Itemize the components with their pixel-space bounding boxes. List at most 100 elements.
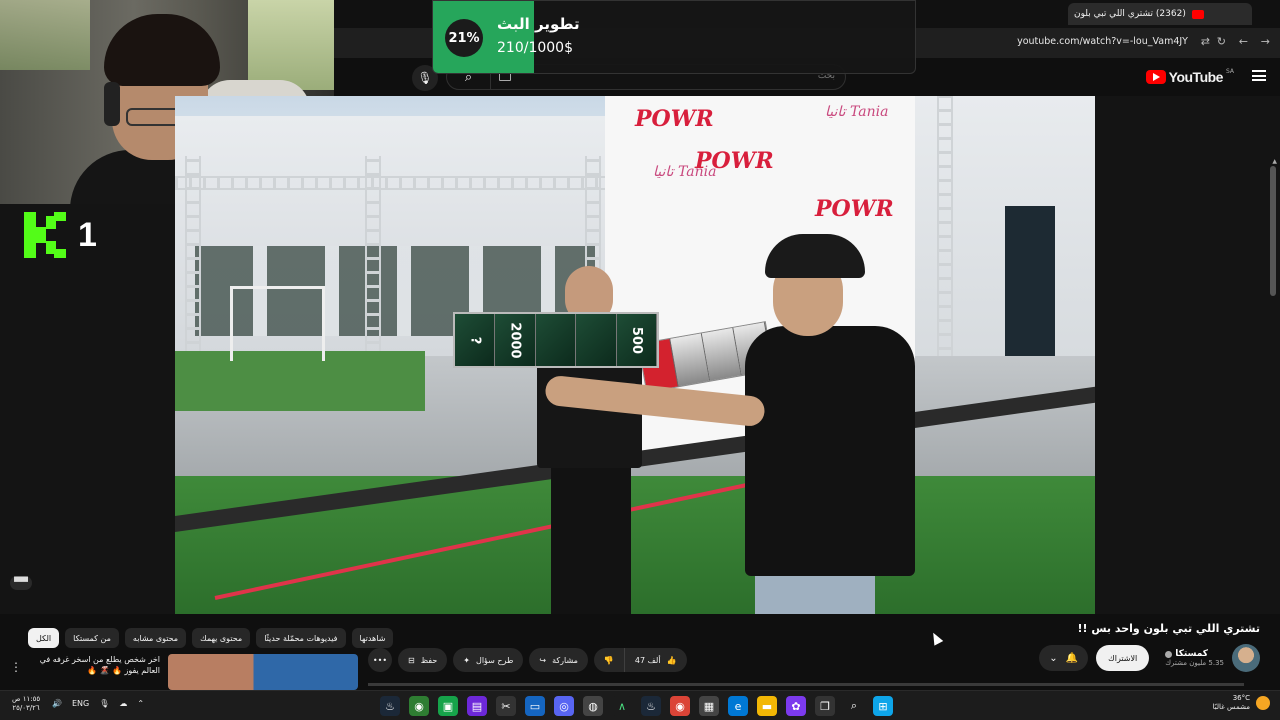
video-brand-mark-tania: تانيا Tania <box>653 164 717 180</box>
save-button[interactable]: ⊟ حفظ <box>398 648 448 672</box>
channel-row: كمستكا 5.35 مليون مشترك الاشتراك 🔔 ⌄ <box>1039 644 1260 672</box>
scroll-up-icon[interactable]: ▲ <box>1272 158 1277 165</box>
video-card: 500 <box>616 314 658 366</box>
region-code: SA <box>1225 67 1234 75</box>
chip-watched[interactable]: شاهدتها <box>351 628 394 648</box>
subscribe-button[interactable]: الاشتراك <box>1096 645 1150 671</box>
thumbs-up-icon: 👍 <box>666 655 677 665</box>
left-margin <box>0 204 175 614</box>
weather-widget[interactable]: 36°C مشمس غالبًا <box>1213 694 1270 712</box>
chip-similar[interactable]: محتوى مشابه <box>124 628 187 648</box>
menu-icon[interactable] <box>1252 70 1266 81</box>
keyboard-icon[interactable] <box>499 73 511 81</box>
chip-from-channel[interactable]: من كمستكا <box>65 628 119 648</box>
cloud-icon[interactable]: ☁ <box>119 699 127 708</box>
recommendation-title[interactable]: اخر شخص يطلع من اسخر غرفه في العالم يفوز… <box>30 654 160 676</box>
mic-tray-icon[interactable]: 🎙 <box>99 699 109 708</box>
task-view-icon[interactable]: ❐ <box>815 696 835 716</box>
dislike-button[interactable]: 👎 <box>594 648 625 672</box>
tab-title: (2362) تشتري اللي تبي بلون <box>1074 9 1186 19</box>
taskbar-clock[interactable]: ١١:٥٥ ص ٢٥/٠٣/٢٦ <box>12 695 40 713</box>
app-green-icon[interactable]: ▣ <box>438 696 458 716</box>
video-person-right <box>544 226 915 614</box>
more-icon: ••• <box>372 655 388 665</box>
app-dark-icon[interactable]: ◍ <box>583 696 603 716</box>
file-explorer-icon[interactable]: ▬ <box>757 696 777 716</box>
more-vert-icon[interactable]: ⋮ <box>10 660 22 674</box>
capcut-icon[interactable]: ✂ <box>496 696 516 716</box>
recommendation-thumbnail[interactable] <box>168 654 358 690</box>
nvidia-icon[interactable]: ∧ <box>612 696 632 716</box>
youtube-logo[interactable]: YouTube SA <box>1145 67 1234 85</box>
donation-goal-widget: 21% تطوير البث 210/1000$ <box>432 0 916 74</box>
video-info: تشتري اللي تبي بلون واحد بس !! الكل من ك… <box>0 614 1280 690</box>
reload-icon[interactable]: ↻ <box>1217 35 1226 48</box>
share-label: مشاركة <box>552 655 578 665</box>
kick-viewer-badge: 1 <box>24 212 97 258</box>
chrome-icon[interactable]: ◉ <box>670 696 690 716</box>
copilot-icon[interactable]: ✿ <box>786 696 806 716</box>
headset-icon <box>104 82 120 126</box>
video-card: ? <box>455 314 496 366</box>
steam-icon[interactable]: ♨ <box>380 696 400 716</box>
ask-button[interactable]: ✦ طرح سؤال <box>453 648 524 672</box>
edge-icon[interactable]: e <box>728 696 748 716</box>
verified-icon <box>1165 650 1173 658</box>
youtube-wordmark: YouTube <box>1168 69 1224 85</box>
forward-icon[interactable]: ← <box>1239 35 1248 48</box>
twitch-icon[interactable]: ▤ <box>467 696 487 716</box>
back-icon[interactable]: → <box>1261 35 1270 48</box>
channel-name[interactable]: كمستكا <box>1165 649 1208 659</box>
video-person-left <box>537 256 647 614</box>
recommendation-item[interactable]: ⋮ اخر شخص يطلع من اسخر غرفه في العالم يف… <box>10 654 358 690</box>
chrome-alt-icon[interactable]: ◉ <box>409 696 429 716</box>
video-title: تشتري اللي تبي بلون واحد بس !! <box>1077 622 1261 635</box>
right-margin: ▲ <box>1095 96 1280 614</box>
video-brand-mark: POWR <box>635 106 714 132</box>
scrollbar-thumb[interactable] <box>1270 166 1276 296</box>
search-taskbar-icon[interactable]: ⌕ <box>844 696 864 716</box>
temperature: 36°C <box>1232 694 1250 702</box>
app-blue-icon[interactable]: ▭ <box>525 696 545 716</box>
taskbar: ١١:٥٥ ص ٢٥/٠٣/٢٦ 🔊 ENG 🎙 ☁ ⌃ ♨ ◉ ▣ ▤ ✂ ▭… <box>0 690 1280 720</box>
share-button[interactable]: ↪ مشاركة <box>529 648 588 672</box>
more-actions-button[interactable]: ••• <box>368 648 392 672</box>
start-icon[interactable]: ⊞ <box>873 696 893 716</box>
taskbar-apps: ♨ ◉ ▣ ▤ ✂ ▭ ◎ ◍ ∧ ♨ ◉ ▦ e ▬ ✿ ❐ ⌕ ⊞ <box>380 696 893 716</box>
chip-all[interactable]: الكل <box>28 628 60 648</box>
translate-icon[interactable]: ⇄ <box>1201 35 1210 48</box>
video-card: 2000 <box>495 314 536 366</box>
store-icon[interactable]: ▦ <box>699 696 719 716</box>
steam2-icon[interactable]: ♨ <box>641 696 661 716</box>
video-actions: ••• ⊟ حفظ ✦ طرح سؤال ↪ مشاركة 👎 47 ألف 👍 <box>368 648 687 672</box>
chip-recent[interactable]: فيديوهات محمّلة حديثًا <box>256 628 346 648</box>
video-goal <box>230 286 325 361</box>
video-card <box>535 314 577 366</box>
video-player[interactable]: POWR POWR POWR تانيا Tania تانيا Tania ?… <box>175 96 1095 614</box>
subscriber-count: 5.35 مليون مشترك <box>1165 659 1224 667</box>
channel-meta: كمستكا 5.35 مليون مشترك <box>1165 649 1224 667</box>
chip-for-you[interactable]: محتوى يهمك <box>192 628 251 648</box>
language-indicator[interactable]: ENG <box>72 699 89 708</box>
chevron-down-icon: ⌄ <box>1049 652 1058 664</box>
save-label: حفظ <box>420 655 438 665</box>
video-card <box>576 314 617 366</box>
notification-button[interactable]: 🔔 ⌄ <box>1039 645 1089 671</box>
mic-icon: 🎙 <box>417 71 433 85</box>
clock-date: ٢٥/٠٣/٢٦ <box>12 704 40 713</box>
youtube-play-icon <box>1145 70 1166 84</box>
channel-avatar[interactable] <box>1232 644 1260 672</box>
sunglasses-icon: ▀▀ <box>10 576 32 590</box>
donation-goal-amount: 210/1000$ <box>497 40 573 56</box>
like-button[interactable]: 47 ألف 👍 <box>625 648 687 672</box>
ask-label: طرح سؤال <box>476 655 514 665</box>
youtube-favicon-icon <box>1191 9 1204 19</box>
kick-viewer-count: 1 <box>78 215 97 254</box>
discord-icon[interactable]: ◎ <box>554 696 574 716</box>
like-dislike-group: 👎 47 ألف 👍 <box>593 648 687 672</box>
chevron-up-icon[interactable]: ⌃ <box>137 699 144 708</box>
url-text[interactable]: youtube.com/watch?v=-lou_Vam4JY <box>1017 36 1188 47</box>
speaker-icon[interactable]: 🔊 <box>52 699 62 708</box>
sun-icon <box>1256 696 1270 711</box>
tab-youtube[interactable]: (2362) تشتري اللي تبي بلون <box>1068 3 1252 25</box>
